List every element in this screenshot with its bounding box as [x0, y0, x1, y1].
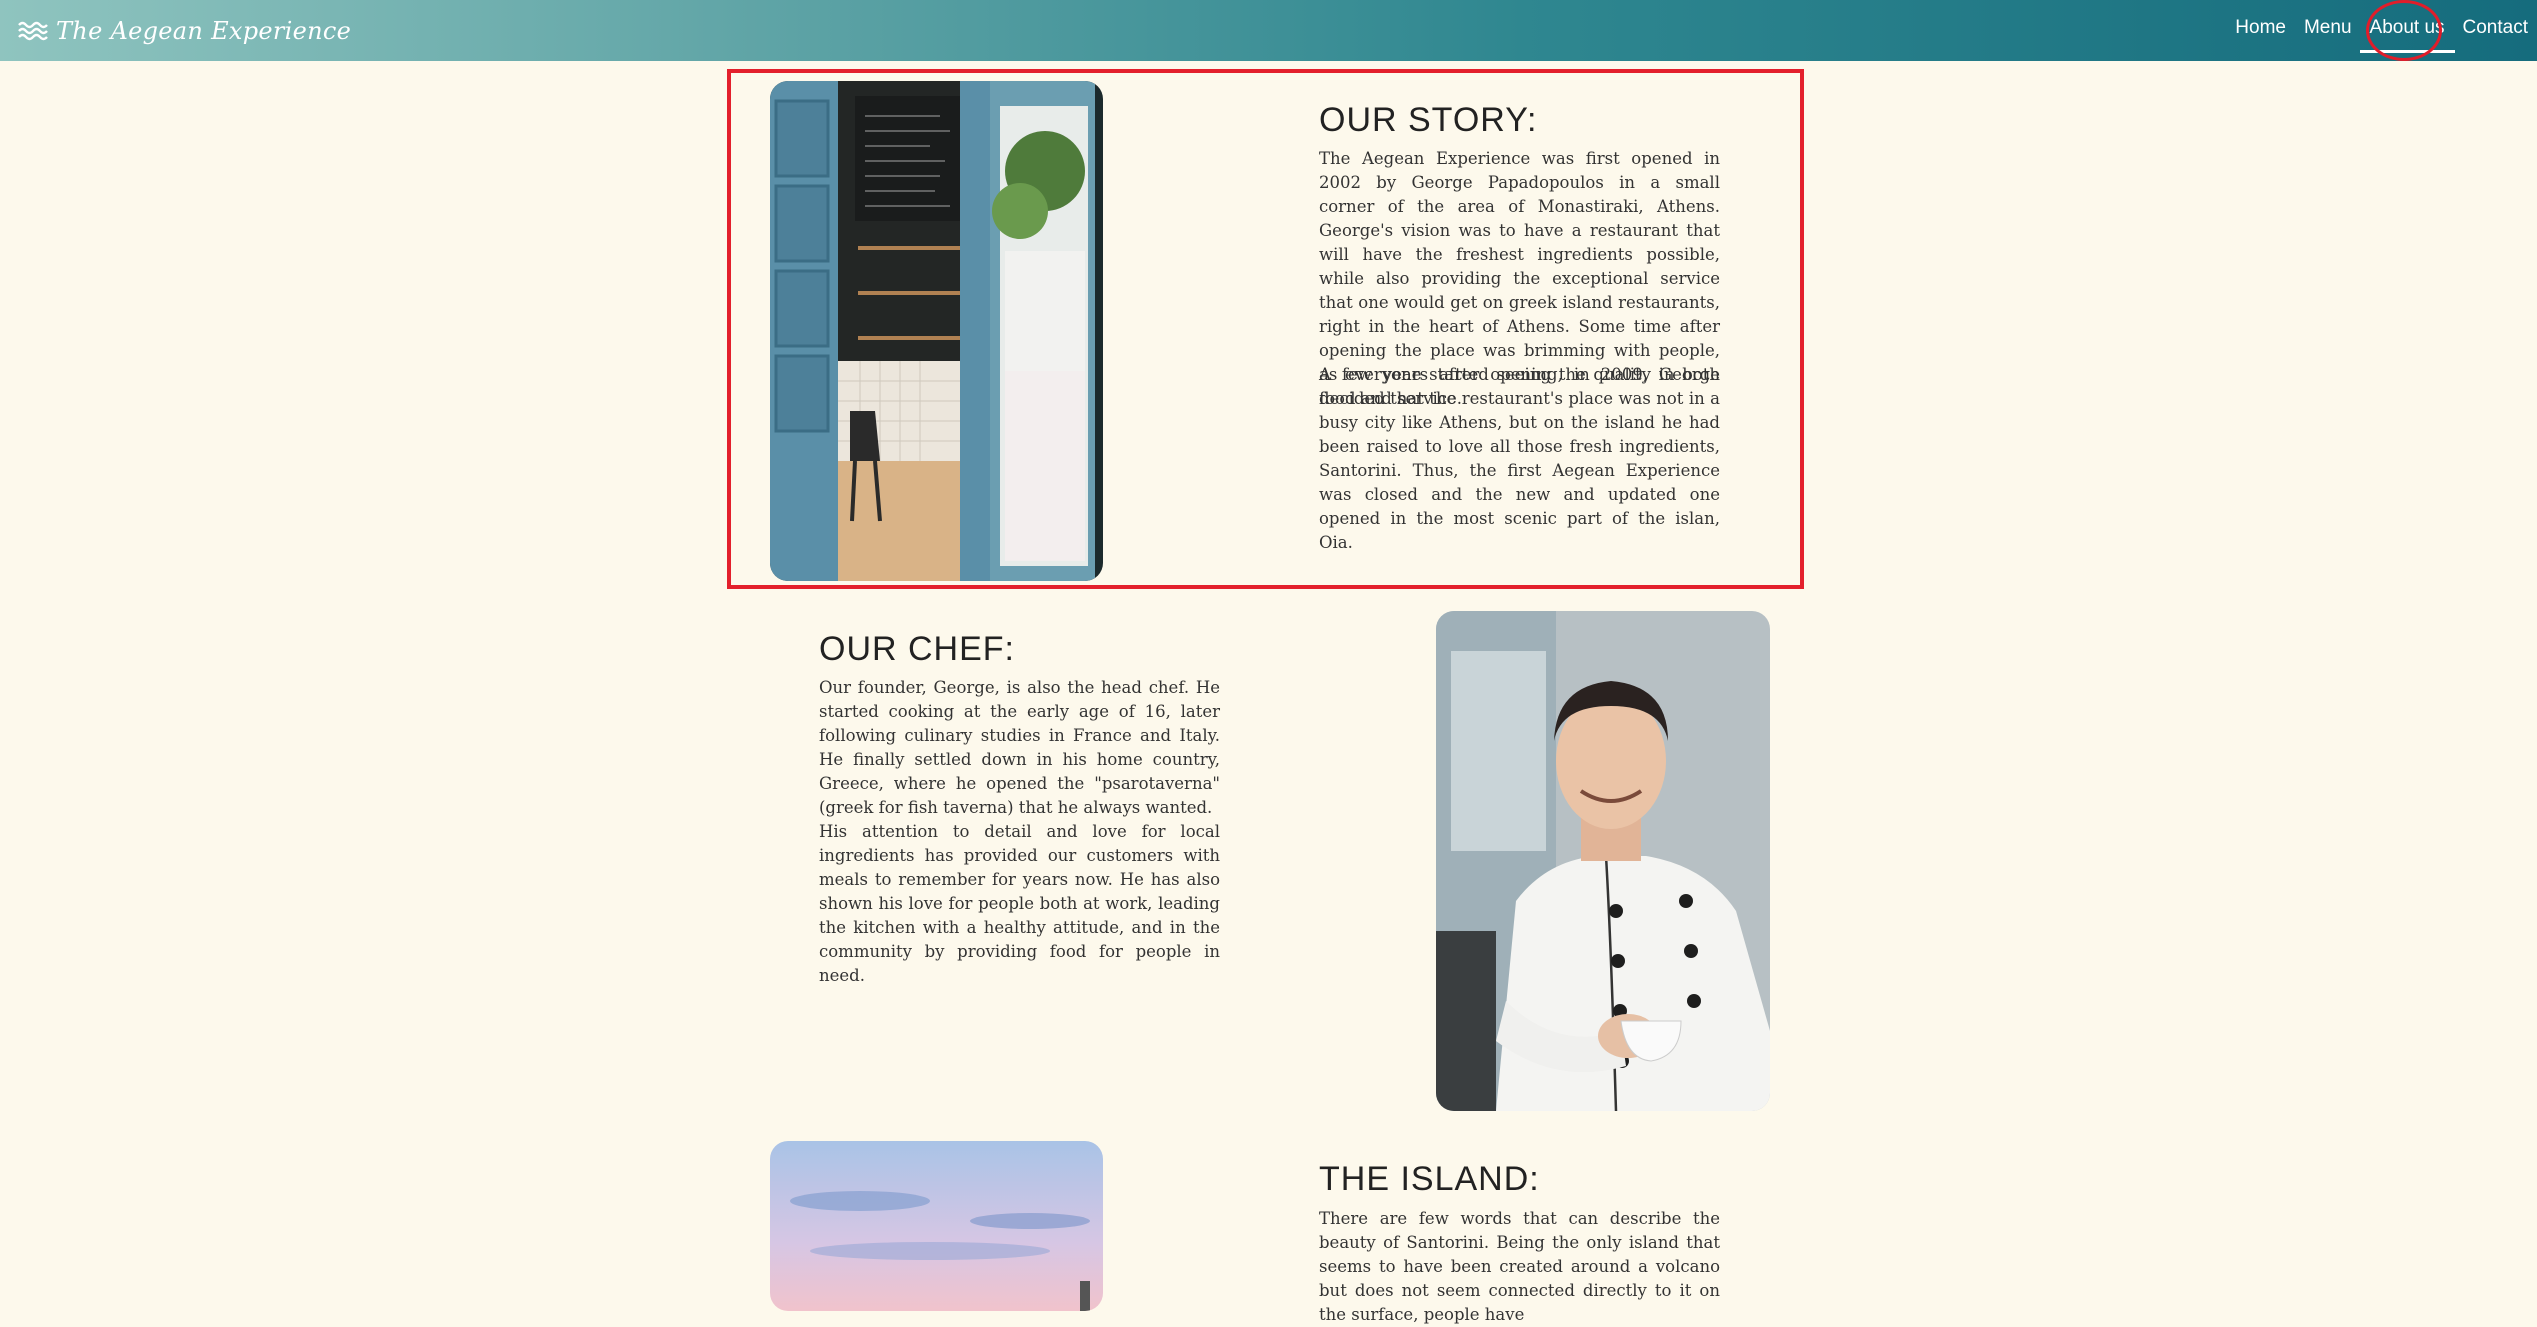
santorini-sunset-photo — [770, 1141, 1103, 1311]
nav-menu[interactable]: Menu — [2300, 17, 2356, 39]
story-heading: OUR STORY: — [1319, 101, 1538, 139]
waves-icon — [18, 21, 48, 40]
chef-heading: OUR CHEF: — [819, 630, 1015, 668]
nav-home[interactable]: Home — [2231, 17, 2290, 39]
brand[interactable]: The Aegean Experience — [18, 0, 351, 61]
chef-paragraph-1: Our founder, George, is also the head ch… — [819, 678, 1220, 817]
island-heading: THE ISLAND: — [1319, 1160, 1540, 1198]
annotation-circle — [2366, 0, 2442, 61]
restaurant-door-photo — [770, 81, 1103, 581]
brand-name: The Aegean Experience — [56, 16, 352, 45]
navbar: The Aegean Experience Home Menu About us… — [0, 0, 2537, 61]
island-paragraph-1: There are few words that can describe th… — [1319, 1209, 1720, 1324]
chef-paragraph-2: His attention to detail and love for loc… — [819, 822, 1220, 985]
story-paragraph-2: A few years after opening, in 2009, Geor… — [1319, 365, 1720, 552]
nav-contact[interactable]: Contact — [2459, 17, 2532, 39]
chef-photo — [1436, 611, 1770, 1111]
